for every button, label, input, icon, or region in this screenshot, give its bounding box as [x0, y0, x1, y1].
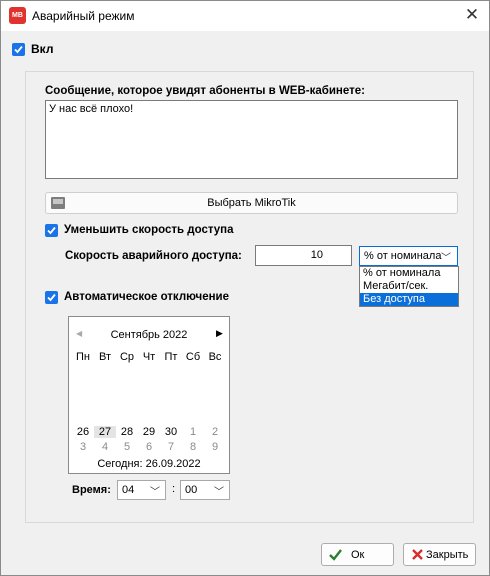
- auto-off-label: Автоматическое отключение: [64, 291, 230, 303]
- unit-option-mbit[interactable]: Мегабит/сек.: [360, 280, 458, 293]
- next-month-icon[interactable]: ▶: [216, 328, 223, 339]
- select-mikrotik-label: Выбрать MikroTik: [207, 197, 296, 209]
- emergency-mode-dialog: MB Аварийный режим ✕ Вкл Сообщение, кото…: [0, 0, 490, 576]
- calendar-day[interactable]: 26: [72, 426, 94, 438]
- enable-label: Вкл: [31, 42, 54, 56]
- weekday-fri: Пт: [164, 351, 178, 363]
- chevron-down-icon: ﹀: [150, 487, 160, 498]
- checkmark-icon: [47, 293, 56, 302]
- speed-label: Скорость аварийного доступа:: [65, 250, 242, 262]
- close-button[interactable]: Закрыть: [403, 543, 476, 566]
- calendar-day[interactable]: 2: [204, 426, 226, 438]
- hour-value: 04: [122, 484, 135, 496]
- checkmark-icon: [14, 45, 23, 54]
- weekday-sun: Вс: [208, 351, 222, 363]
- speed-input[interactable]: 10: [255, 245, 352, 266]
- ok-label: Ок: [351, 549, 365, 561]
- weekday-wed: Ср: [119, 351, 135, 363]
- reduce-speed-checkbox[interactable]: [45, 224, 58, 237]
- calendar-day[interactable]: 9: [204, 441, 226, 453]
- time-separator: :: [172, 483, 176, 495]
- speed-unit-dropdown: % от номинала Мегабит/сек. Без доступа: [359, 266, 459, 307]
- speed-unit-value: % от номинала: [364, 250, 442, 262]
- enable-checkbox[interactable]: [12, 43, 25, 56]
- title-bar: MB Аварийный режим ✕: [1, 1, 489, 31]
- close-window-button[interactable]: ✕: [459, 4, 485, 28]
- unit-option-no-access[interactable]: Без доступа: [360, 293, 458, 306]
- calendar-day-selected[interactable]: 27: [94, 426, 116, 438]
- calendar-day[interactable]: 5: [116, 441, 138, 453]
- app-logo-icon: MB: [9, 7, 26, 24]
- checkmark-icon: [47, 226, 56, 235]
- speed-unit-select[interactable]: % от номинала ﹀: [359, 246, 458, 266]
- close-label: Закрыть: [426, 549, 469, 561]
- weekday-sat: Сб: [185, 351, 201, 363]
- close-icon: [412, 549, 423, 560]
- checkmark-icon: [329, 549, 342, 561]
- window-title: Аварийный режим: [32, 9, 135, 23]
- chevron-down-icon: ﹀: [214, 487, 224, 498]
- weekday-tue: Вт: [98, 351, 111, 363]
- calendar-day[interactable]: 28: [116, 426, 138, 438]
- month-calendar[interactable]: ◀ Сентябрь 2022 ▶ Пн Вт Ср Чт Пт Сб Вс 2…: [68, 316, 230, 474]
- calendar-day[interactable]: 3: [72, 441, 94, 453]
- calendar-today-link[interactable]: Сегодня: 26.09.2022: [69, 458, 229, 470]
- calendar-month-title: Сентябрь 2022: [110, 329, 188, 341]
- chevron-down-icon: ﹀: [441, 253, 451, 264]
- weekday-thu: Чт: [142, 351, 156, 363]
- weekday-mon: Пн: [76, 351, 90, 363]
- calendar-day[interactable]: 1: [182, 426, 204, 438]
- minute-value: 00: [185, 484, 198, 496]
- reduce-speed-label: Уменьшить скорость доступа: [64, 224, 234, 236]
- calendar-day[interactable]: 29: [138, 426, 160, 438]
- minute-select[interactable]: 00 ﹀: [180, 480, 230, 500]
- select-mikrotik-button[interactable]: Выбрать MikroTik: [45, 192, 458, 214]
- calendar-day[interactable]: 7: [160, 441, 182, 453]
- hour-select[interactable]: 04 ﹀: [117, 480, 166, 500]
- calendar-day[interactable]: 30: [160, 426, 182, 438]
- time-label: Время:: [72, 484, 111, 496]
- message-label: Сообщение, которое увидят абоненты в WEB…: [45, 85, 365, 97]
- calendar-day[interactable]: 8: [182, 441, 204, 453]
- calendar-day[interactable]: 4: [94, 441, 116, 453]
- calendar-day[interactable]: 6: [138, 441, 160, 453]
- ok-button[interactable]: Ок: [321, 543, 394, 566]
- auto-off-checkbox[interactable]: [45, 291, 58, 304]
- unit-option-percent[interactable]: % от номинала: [360, 267, 458, 280]
- message-textarea[interactable]: У нас всё плохо!: [45, 100, 458, 179]
